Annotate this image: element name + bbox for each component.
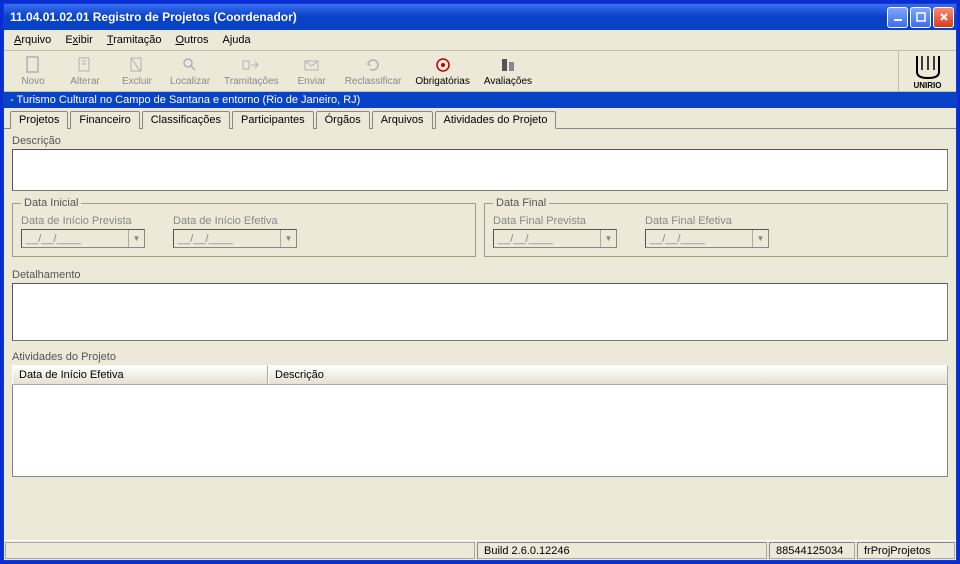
- legend-data-final: Data Final: [493, 197, 549, 209]
- delete-icon: [127, 55, 147, 75]
- window-controls: [887, 7, 954, 28]
- toolbar-enviar[interactable]: Enviar: [287, 53, 337, 89]
- search-icon: [180, 55, 200, 75]
- table-header: Data de Início Efetiva Descrição: [12, 365, 948, 385]
- context-bar: - Turismo Cultural no Campo de Santana e…: [4, 92, 956, 108]
- tab-content: Descrição Data Inicial Data de Início Pr…: [4, 129, 956, 540]
- target-icon: [433, 55, 453, 75]
- input-data-inicio-prevista[interactable]: __/__/____ ▼: [21, 229, 145, 248]
- eval-icon: [498, 55, 518, 75]
- unirio-logo-icon: [911, 52, 945, 80]
- menubar: Arquivo Exibir Tramitação Outros Ajuda: [4, 30, 956, 51]
- menu-ajuda[interactable]: Ajuda: [216, 32, 256, 48]
- menu-tramitacao[interactable]: Tramitação: [101, 32, 168, 48]
- detalhamento-input[interactable]: [12, 283, 948, 341]
- toolbar-localizar[interactable]: Localizar: [164, 53, 216, 89]
- tabstrip: Projetos Financeiro Classificações Parti…: [4, 108, 956, 129]
- menu-outros[interactable]: Outros: [169, 32, 214, 48]
- col-descricao[interactable]: Descrição: [268, 365, 948, 384]
- menu-arquivo[interactable]: Arquivo: [8, 32, 57, 48]
- chevron-down-icon[interactable]: ▼: [600, 230, 616, 247]
- input-data-inicio-efetiva[interactable]: __/__/____ ▼: [173, 229, 297, 248]
- statusbar: Build 2.6.0.12246 88544125034 frProjProj…: [4, 540, 956, 560]
- label-data-final-prevista: Data Final Prevista: [493, 215, 617, 227]
- send-icon: [302, 55, 322, 75]
- detalhamento-label: Detalhamento: [12, 269, 948, 281]
- descricao-label: Descrição: [12, 135, 948, 147]
- input-data-final-efetiva[interactable]: __/__/____ ▼: [645, 229, 769, 248]
- chevron-down-icon[interactable]: ▼: [280, 230, 296, 247]
- status-form: frProjProjetos: [857, 542, 955, 559]
- tab-orgaos[interactable]: Órgãos: [316, 111, 370, 129]
- label-data-final-efetiva: Data Final Efetiva: [645, 215, 769, 227]
- input-data-final-prevista[interactable]: __/__/____ ▼: [493, 229, 617, 248]
- toolbar-excluir[interactable]: Excluir: [112, 53, 162, 89]
- refresh-icon: [363, 55, 383, 75]
- tab-classificacoes[interactable]: Classificações: [142, 111, 230, 129]
- flow-icon: [241, 55, 261, 75]
- label-data-inicio-prevista: Data de Início Prevista: [21, 215, 145, 227]
- toolbar-avaliacoes[interactable]: Avaliações: [478, 53, 538, 89]
- atividades-legend: Atividades do Projeto: [12, 351, 948, 363]
- toolbar-obrigatorias[interactable]: Obrigatórias: [409, 53, 475, 89]
- tab-atividades[interactable]: Atividades do Projeto: [435, 111, 557, 129]
- menu-exibir[interactable]: Exibir: [59, 32, 99, 48]
- table-body[interactable]: [12, 385, 948, 477]
- status-build: Build 2.6.0.12246: [477, 542, 767, 559]
- col-data-inicio[interactable]: Data de Início Efetiva: [12, 365, 268, 384]
- edit-icon: [75, 55, 95, 75]
- titlebar: 11.04.01.02.01 Registro de Projetos (Coo…: [4, 4, 956, 30]
- window-title: 11.04.01.02.01 Registro de Projetos (Coo…: [10, 10, 887, 24]
- toolbar-reclassificar[interactable]: Reclassificar: [339, 53, 408, 89]
- toolbar-novo[interactable]: Novo: [8, 53, 58, 89]
- tab-financeiro[interactable]: Financeiro: [70, 111, 139, 129]
- logo: UNIRIO: [898, 51, 956, 91]
- toolbar-tramitacoes[interactable]: Tramitações: [218, 53, 285, 89]
- tab-projetos[interactable]: Projetos: [10, 111, 68, 129]
- status-code: 88544125034: [769, 542, 855, 559]
- tab-arquivos[interactable]: Arquivos: [372, 111, 433, 129]
- chevron-down-icon[interactable]: ▼: [128, 230, 144, 247]
- descricao-input[interactable]: [12, 149, 948, 191]
- chevron-down-icon[interactable]: ▼: [752, 230, 768, 247]
- label-data-inicio-efetiva: Data de Início Efetiva: [173, 215, 297, 227]
- fieldset-data-final: Data Final Data Final Prevista __/__/___…: [484, 197, 948, 257]
- legend-data-inicial: Data Inicial: [21, 197, 81, 209]
- tab-participantes[interactable]: Participantes: [232, 111, 314, 129]
- close-button[interactable]: [933, 7, 954, 28]
- toolbar: Novo Alterar Excluir Localizar Tramitaçõ…: [4, 51, 898, 91]
- fieldset-data-inicial: Data Inicial Data de Início Prevista __/…: [12, 197, 476, 257]
- maximize-button[interactable]: [910, 7, 931, 28]
- file-icon: [23, 55, 43, 75]
- toolbar-alterar[interactable]: Alterar: [60, 53, 110, 89]
- minimize-button[interactable]: [887, 7, 908, 28]
